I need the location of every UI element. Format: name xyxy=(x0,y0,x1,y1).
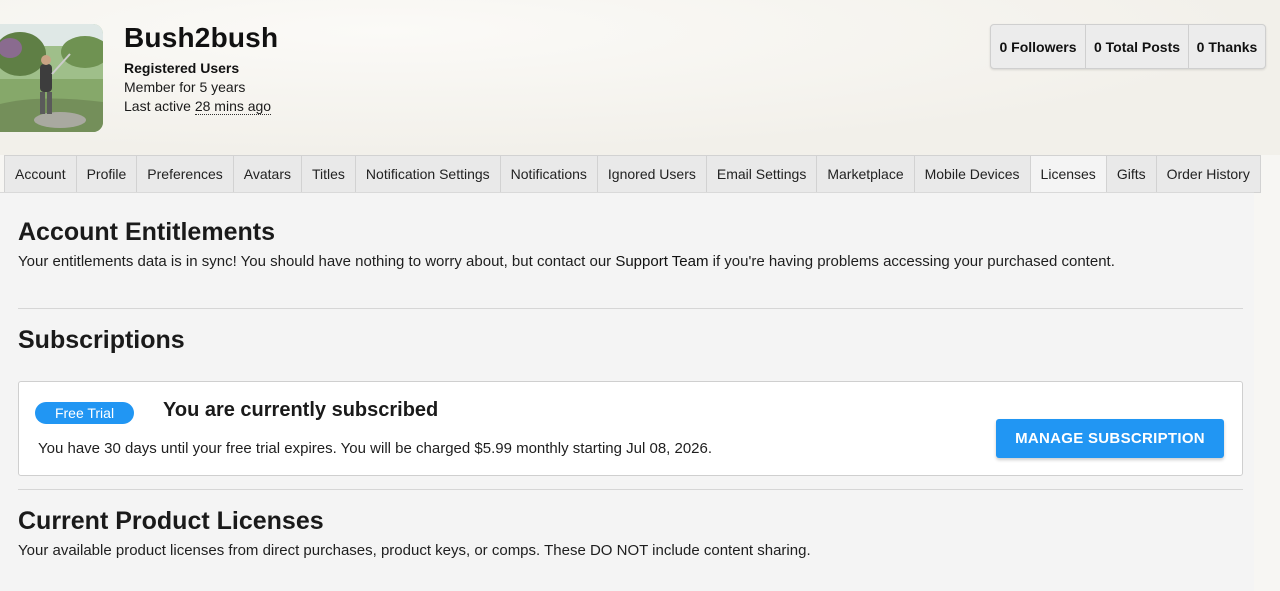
account-tabs: Account Profile Preferences Avatars Titl… xyxy=(4,155,1261,193)
tab-titles[interactable]: Titles xyxy=(300,155,355,193)
member-since: Member for 5 years xyxy=(124,79,246,95)
user-stats: 0 Followers 0 Total Posts 0 Thanks xyxy=(990,24,1266,69)
tab-mobile-devices[interactable]: Mobile Devices xyxy=(913,155,1030,193)
subscriptions-heading: Subscriptions xyxy=(18,326,185,354)
entitlements-text-start: Your entitlements data is in sync! You s… xyxy=(18,253,616,270)
user-info: Bush2bush Registered Users Member for 5 … xyxy=(124,22,278,115)
section-divider xyxy=(18,489,1243,490)
profile-header: Bush2bush Registered Users Member for 5 … xyxy=(0,0,1280,155)
last-active: Last active 28 mins ago xyxy=(124,98,278,115)
tab-account[interactable]: Account xyxy=(4,155,76,193)
licenses-heading: Current Product Licenses xyxy=(18,507,324,535)
avatar[interactable] xyxy=(0,24,103,132)
tab-marketplace[interactable]: Marketplace xyxy=(816,155,914,193)
tab-email-settings[interactable]: Email Settings xyxy=(705,155,817,193)
tab-notification-settings[interactable]: Notification Settings xyxy=(354,155,500,193)
subscription-description: You have 30 days until your free trial e… xyxy=(38,440,713,457)
tab-ignored-users[interactable]: Ignored Users xyxy=(596,155,706,193)
tab-order-history[interactable]: Order History xyxy=(1155,155,1261,193)
support-team-link[interactable]: Support Team xyxy=(615,253,708,270)
entitlements-text-end: if you're having problems accessing your… xyxy=(708,253,1115,270)
tab-preferences[interactable]: Preferences xyxy=(136,155,233,193)
tab-avatars[interactable]: Avatars xyxy=(232,155,301,193)
tab-profile[interactable]: Profile xyxy=(75,155,137,193)
followers-stat[interactable]: 0 Followers xyxy=(991,25,1086,68)
free-trial-badge: Free Trial xyxy=(35,402,134,424)
last-active-label: Last active xyxy=(124,98,195,114)
entitlements-text: Your entitlements data is in sync! You s… xyxy=(18,253,1115,270)
entitlements-heading: Account Entitlements xyxy=(18,218,275,246)
section-divider xyxy=(18,308,1243,309)
tab-notifications[interactable]: Notifications xyxy=(499,155,597,193)
tab-gifts[interactable]: Gifts xyxy=(1105,155,1156,193)
user-group: Registered Users xyxy=(124,60,240,76)
subscription-card: Free Trial You are currently subscribed … xyxy=(18,381,1243,476)
manage-subscription-button[interactable]: MANAGE SUBSCRIPTION xyxy=(996,419,1224,458)
username[interactable]: Bush2bush xyxy=(124,22,278,54)
licenses-content: Account Entitlements Your entitlements d… xyxy=(0,192,1254,591)
licenses-description: Your available product licenses from dir… xyxy=(18,542,811,559)
thanks-stat[interactable]: 0 Thanks xyxy=(1189,25,1265,68)
subscription-status: You are currently subscribed xyxy=(163,399,439,421)
avatar-photo xyxy=(0,24,103,132)
tab-licenses[interactable]: Licenses xyxy=(1029,155,1106,193)
total-posts-stat[interactable]: 0 Total Posts xyxy=(1086,25,1189,68)
last-active-time: 28 mins ago xyxy=(194,98,272,115)
